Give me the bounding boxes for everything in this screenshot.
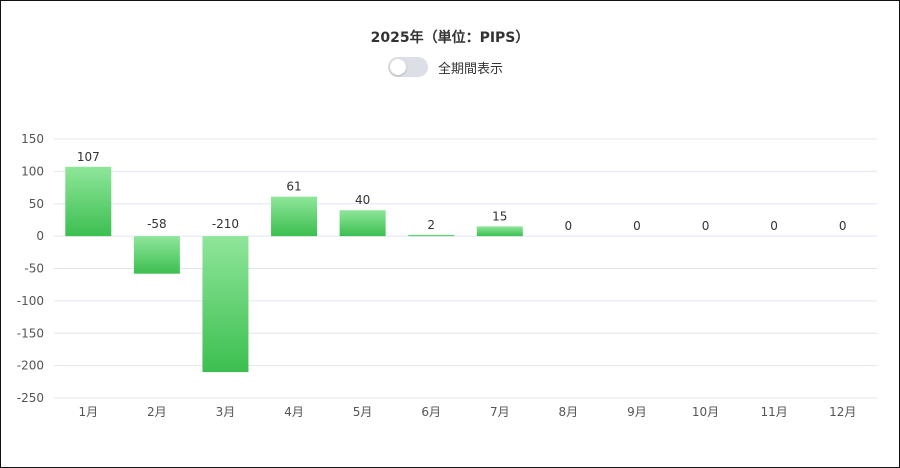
bar-3 [202,236,249,373]
data-label: 15 [492,209,507,223]
y-tick-label: -150 [17,326,44,340]
data-label: 107 [77,150,100,164]
x-tick-label: 11月 [760,405,787,419]
data-label: 2 [427,218,435,232]
x-tick-label: 12月 [829,405,856,419]
data-label: 40 [355,193,370,207]
x-axis-ticks: 1月 2月 3月 4月 5月 6月 7月 8月 9月 10月 11月 12月 [78,405,856,419]
data-label: 0 [770,219,778,233]
y-tick-label: -200 [17,359,44,373]
x-tick-label: 6月 [421,405,441,419]
y-tick-label: -250 [17,391,44,405]
bar-chart: 150100500-50-100-150-200-250 107-58 -2106… [17,132,877,419]
y-tick-label: 50 [29,197,44,211]
y-tick-label: -50 [24,262,44,276]
x-tick-label: 5月 [353,405,373,419]
x-tick-label: 8月 [559,405,579,419]
data-labels: 107 -58 -210 61 40 2 15 0 0 0 0 0 [77,150,847,233]
data-label: 0 [702,219,710,233]
y-tick-label: 100 [21,164,44,178]
bars [65,166,523,373]
x-tick-label: 1月 [78,405,98,419]
bar-2 [133,236,180,274]
data-label: 0 [839,219,847,233]
data-label: 0 [565,219,573,233]
bar-6 [408,234,455,237]
x-tick-label: 7月 [490,405,510,419]
y-tick-label: 150 [21,132,44,146]
bar-7 [476,226,523,237]
data-label: 0 [633,219,641,233]
data-label: 61 [286,180,301,194]
x-tick-label: 9月 [627,405,647,419]
bar-4 [271,196,318,237]
data-label: -210 [212,217,239,231]
x-tick-label: 3月 [216,405,236,419]
bar-1 [65,166,112,237]
y-tick-label: 0 [36,229,44,243]
data-label: -58 [147,217,167,231]
y-tick-label: -100 [17,294,44,308]
bar-5 [339,210,386,237]
x-tick-label: 4月 [284,405,304,419]
x-tick-label: 2月 [147,405,167,419]
y-axis-ticks: 150 100 50 0 -50 -100 -150 -200 -250 [17,132,44,405]
x-tick-label: 10月 [692,405,719,419]
